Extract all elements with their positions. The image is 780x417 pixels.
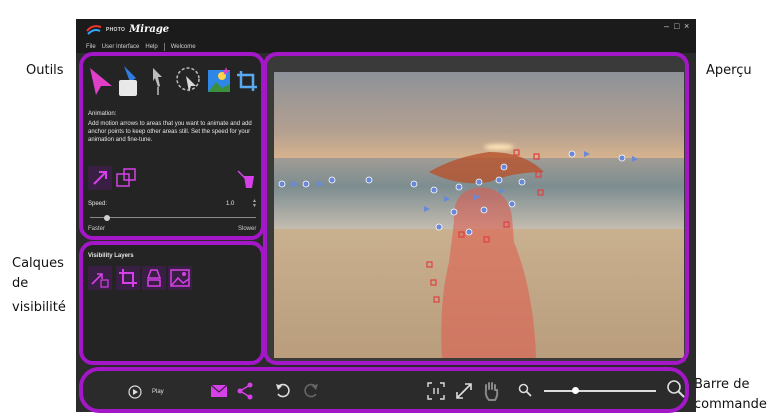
- label-calques-1: Calques: [12, 256, 64, 271]
- close-button[interactable]: ×: [684, 21, 689, 31]
- highlight-preview: [263, 52, 689, 365]
- app-logo: PHOTO Mirage: [86, 23, 169, 36]
- label-apercu: Aperçu: [706, 63, 752, 78]
- title-bar: PHOTO Mirage – □ ×: [76, 19, 696, 41]
- logo-text-small: PHOTO: [106, 26, 126, 33]
- highlight-command-bar: [79, 367, 689, 413]
- minimize-button[interactable]: –: [664, 21, 669, 31]
- menu-file[interactable]: File: [86, 44, 96, 50]
- highlight-visibility: [79, 241, 265, 365]
- menu-user-interface[interactable]: User Interface: [102, 44, 140, 50]
- menu-help[interactable]: Help: [145, 44, 157, 50]
- logo-text-big: Mirage: [129, 24, 170, 35]
- annotated-screenshot: Outils Aperçu Calques de visibilité Barr…: [0, 0, 780, 417]
- menu-separator: [163, 43, 165, 51]
- highlight-tools: [79, 52, 265, 240]
- label-barre-1: Barre de: [694, 377, 750, 392]
- label-barre-2: commande: [694, 397, 767, 412]
- label-calques-3: visibilité: [12, 300, 66, 315]
- logo-swirl-icon: [86, 25, 102, 35]
- maximize-button[interactable]: □: [674, 21, 679, 31]
- menu-welcome[interactable]: Welcome: [171, 44, 196, 50]
- label-calques-2: de: [12, 276, 29, 291]
- label-outils: Outils: [26, 63, 64, 78]
